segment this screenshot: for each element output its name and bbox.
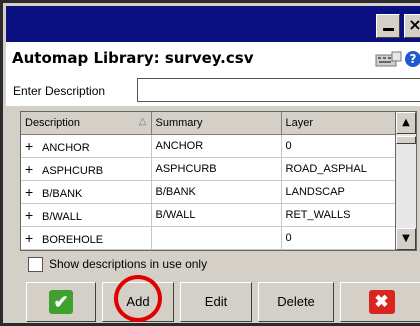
help-icon[interactable]: ?	[405, 51, 420, 67]
expand-icon[interactable]: +	[25, 184, 39, 200]
table-row[interactable]: + ASPHCURB ASPHCURB ROAD_ASPHAL	[21, 157, 398, 181]
button-bar: ✔ Add Edit Delete ✖	[6, 279, 420, 326]
show-in-use-checkbox[interactable]	[28, 257, 43, 272]
ok-button[interactable]: ✔	[26, 282, 96, 322]
layer-cell: LANDSCAP	[281, 180, 398, 204]
summary-cell: B/WALL	[151, 203, 282, 227]
keyboard-icon[interactable]	[375, 51, 403, 67]
scroll-down-button[interactable]: ▼	[396, 228, 416, 250]
expand-icon[interactable]: +	[25, 138, 39, 154]
scroll-up-button[interactable]: ▲	[396, 112, 416, 134]
description-cell: + B/BANK	[21, 180, 152, 204]
layer-cell: 0	[281, 226, 398, 250]
close-icon: ✖	[368, 290, 395, 314]
add-button[interactable]: Add	[102, 282, 174, 322]
description-cell: + B/WALL	[21, 203, 152, 227]
checkmark-icon: ✔	[49, 290, 73, 314]
summary-cell	[151, 226, 282, 250]
expand-icon[interactable]: +	[25, 207, 39, 223]
table-row[interactable]: + B/BANK B/BANK LANDSCAP	[21, 180, 398, 204]
layer-cell: ROAD_ASPHAL	[281, 157, 398, 181]
layer-cell: 0	[281, 134, 398, 158]
delete-button[interactable]: Delete	[258, 282, 334, 322]
column-header-description[interactable]: Description △	[21, 112, 152, 135]
description-row: Enter Description	[6, 76, 420, 106]
description-cell: + BOREHOLE	[21, 226, 152, 250]
summary-cell: ASPHCURB	[151, 157, 282, 181]
scroll-thumb[interactable]	[396, 136, 416, 144]
table-header-row: Description △ Summary Layer	[21, 112, 398, 135]
expand-icon[interactable]: +	[25, 230, 39, 246]
vertical-scrollbar[interactable]: ▲ ▼	[395, 111, 417, 251]
table-row[interactable]: + BOREHOLE 0	[21, 226, 398, 250]
title-bar: ×	[6, 6, 420, 42]
description-label: Enter Description	[13, 84, 106, 98]
description-input[interactable]	[137, 78, 420, 102]
layer-cell: RET_WALLS	[281, 203, 398, 227]
window-frame: × Automap Library: survey.csv ? Enter De…	[0, 0, 420, 326]
summary-cell: ANCHOR	[151, 134, 282, 158]
description-cell: + ASPHCURB	[21, 157, 152, 181]
library-table: Description △ Summary Layer + ANCHOR ANCHO…	[20, 111, 417, 251]
table-row[interactable]: + B/WALL B/WALL RET_WALLS	[21, 203, 398, 227]
show-in-use-label: Show descriptions in use only	[49, 257, 208, 271]
sort-ascending-icon: △	[138, 116, 147, 127]
app-header: Automap Library: survey.csv ?	[6, 42, 420, 76]
column-header-layer[interactable]: Layer	[281, 112, 398, 135]
table-row[interactable]: + ANCHOR ANCHOR 0	[21, 134, 398, 158]
minimize-button[interactable]	[376, 14, 400, 38]
page-title: Automap Library: survey.csv	[12, 49, 254, 67]
edit-button[interactable]: Edit	[180, 282, 252, 322]
summary-cell: B/BANK	[151, 180, 282, 204]
description-cell: + ANCHOR	[21, 134, 152, 158]
expand-icon[interactable]: +	[25, 161, 39, 177]
column-header-summary[interactable]: Summary	[151, 112, 282, 135]
cancel-button[interactable]: ✖	[340, 282, 420, 322]
close-window-button[interactable]: ×	[404, 14, 420, 38]
minimize-icon	[382, 28, 394, 31]
